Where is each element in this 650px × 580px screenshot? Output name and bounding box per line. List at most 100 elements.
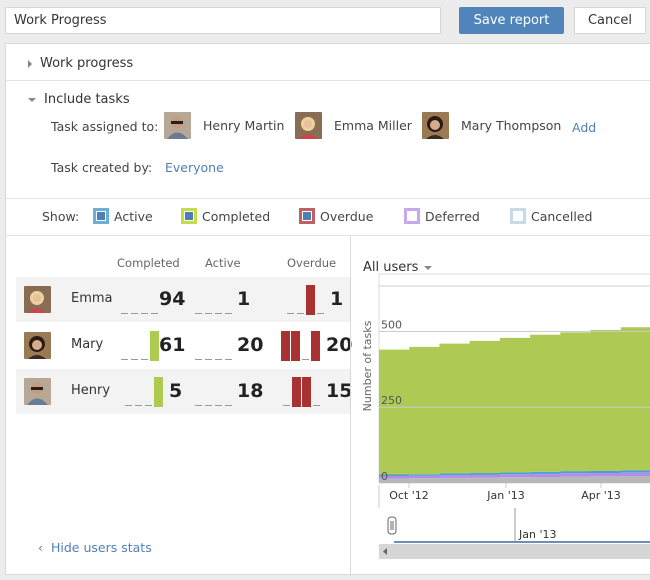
active-sparkline [194,331,234,361]
sparkline-slot [120,331,129,361]
sparkline-bar [150,331,159,361]
emma-avatar [24,286,51,313]
chevron-left-icon: ‹ [38,540,43,555]
sparkline-slot [204,285,213,315]
assignee-mary[interactable]: Mary Thompson [422,112,561,139]
sparkline-slot [306,285,315,315]
sparkline-slot [312,377,321,407]
sparkline-slot [302,377,311,407]
sparkline-slot [194,331,203,361]
created-by-label: Task created by: [51,160,153,175]
sparkline-slot [130,331,139,361]
chevron-right-icon [28,59,32,68]
sparkline-slot [286,285,295,315]
completed-sparkline [120,331,160,361]
sparkline-slot [224,331,233,361]
sparkline-bar [302,377,311,407]
assignee-name: Emma Miller [334,118,412,133]
y-tick-label: 500 [381,318,402,331]
checkbox-checked-icon[interactable] [299,208,315,224]
mary-avatar [24,332,51,359]
checkbox-unchecked-icon[interactable] [404,208,420,224]
sparkline-slot [130,285,139,315]
overdue-count: 15 [326,380,353,402]
sparkline-slot [144,377,153,407]
sparkline-slot [194,377,203,407]
overdue-sparkline [281,331,321,361]
completed-count: 61 [159,334,186,356]
work-progress-toggle[interactable]: Work progress [28,56,133,71]
henry-avatar [164,112,191,139]
completed-count: 5 [169,380,183,402]
mary-avatar [422,112,449,139]
filter-active[interactable]: Active [93,208,153,224]
checkbox-unchecked-icon[interactable] [510,208,526,224]
sparkline-slot [150,285,159,315]
filter-deferred[interactable]: Deferred [404,208,480,224]
sparkline-slot [120,285,129,315]
sparkline-slot [224,377,233,407]
sparkline-slot [204,331,213,361]
sparkline-slot [282,377,291,407]
include-tasks-label: Include tasks [44,92,130,107]
active-count: 18 [237,380,264,402]
sparkline-slot [296,285,305,315]
user-stats-row-henry[interactable]: Henry 5 18 15 [16,369,353,414]
user-stats-row-emma[interactable]: Emma 94 1 1 [16,277,351,322]
active-sparkline [194,285,234,315]
column-header-completed: Completed [117,256,180,270]
column-header-active: Active [205,256,241,270]
save-report-button[interactable]: Save report [459,7,564,34]
sparkline-slot [154,377,163,407]
checkbox-checked-icon[interactable] [181,208,197,224]
sparkline-slot [291,331,300,361]
sparkline-slot [281,331,290,361]
assignee-name: Mary Thompson [461,118,562,133]
x-tick-label: Jan '13 [486,489,524,502]
user-stats-row-mary[interactable]: Mary 61 20 20 [16,323,353,368]
sparkline-slot [316,285,325,315]
report-title-input[interactable] [5,7,441,34]
overdue-sparkline [286,285,326,315]
emma-avatar [295,112,322,139]
sparkline-slot [214,331,223,361]
work-progress-label: Work progress [40,56,134,71]
column-header-overdue: Overdue [287,256,337,270]
hide-users-stats-link[interactable]: ‹ Hide users stats [38,540,152,555]
sparkline-bar [154,377,163,407]
filter-label: Cancelled [531,208,593,224]
assignee-emma[interactable]: Emma Miller [295,112,412,139]
x-tick-label: Oct '12 [389,489,429,502]
tasks-area-chart[interactable]: 0 250 500 Number of tasks Oct '12 Jan '13 Apr … [351,236,650,576]
sparkline-slot [301,331,310,361]
filter-label: Completed [202,208,271,224]
show-label: Show: [42,209,80,224]
filter-label: Deferred [425,208,480,224]
sparkline-slot [224,285,233,315]
user-name: Henry [71,383,111,398]
created-by-everyone-link[interactable]: Everyone [165,160,224,175]
sparkline-slot [204,377,213,407]
checkbox-checked-icon[interactable] [93,208,109,224]
sparkline-slot [124,377,133,407]
filter-overdue[interactable]: Overdue [299,208,373,224]
sparkline-slot [140,285,149,315]
cancel-button[interactable]: Cancel [574,7,646,34]
overdue-count: 20 [326,334,353,356]
sparkline-slot [194,285,203,315]
navigator-scrollbar [379,544,650,559]
chevron-down-icon [28,97,36,102]
filter-cancelled[interactable]: Cancelled [510,208,592,224]
user-name: Emma [71,291,113,306]
include-tasks-toggle[interactable]: Include tasks [28,92,130,107]
active-count: 20 [237,334,264,356]
sparkline-slot [292,377,301,407]
filter-completed[interactable]: Completed [181,208,270,224]
sparkline-slot [134,377,143,407]
henry-avatar [24,378,51,405]
x-tick-label: Apr '13 [581,489,621,502]
assignee-name: Henry Martin [203,118,285,133]
assignee-henry[interactable]: Henry Martin [164,112,284,139]
add-assignee-link[interactable]: Add [572,120,596,135]
sparkline-slot [214,285,223,315]
